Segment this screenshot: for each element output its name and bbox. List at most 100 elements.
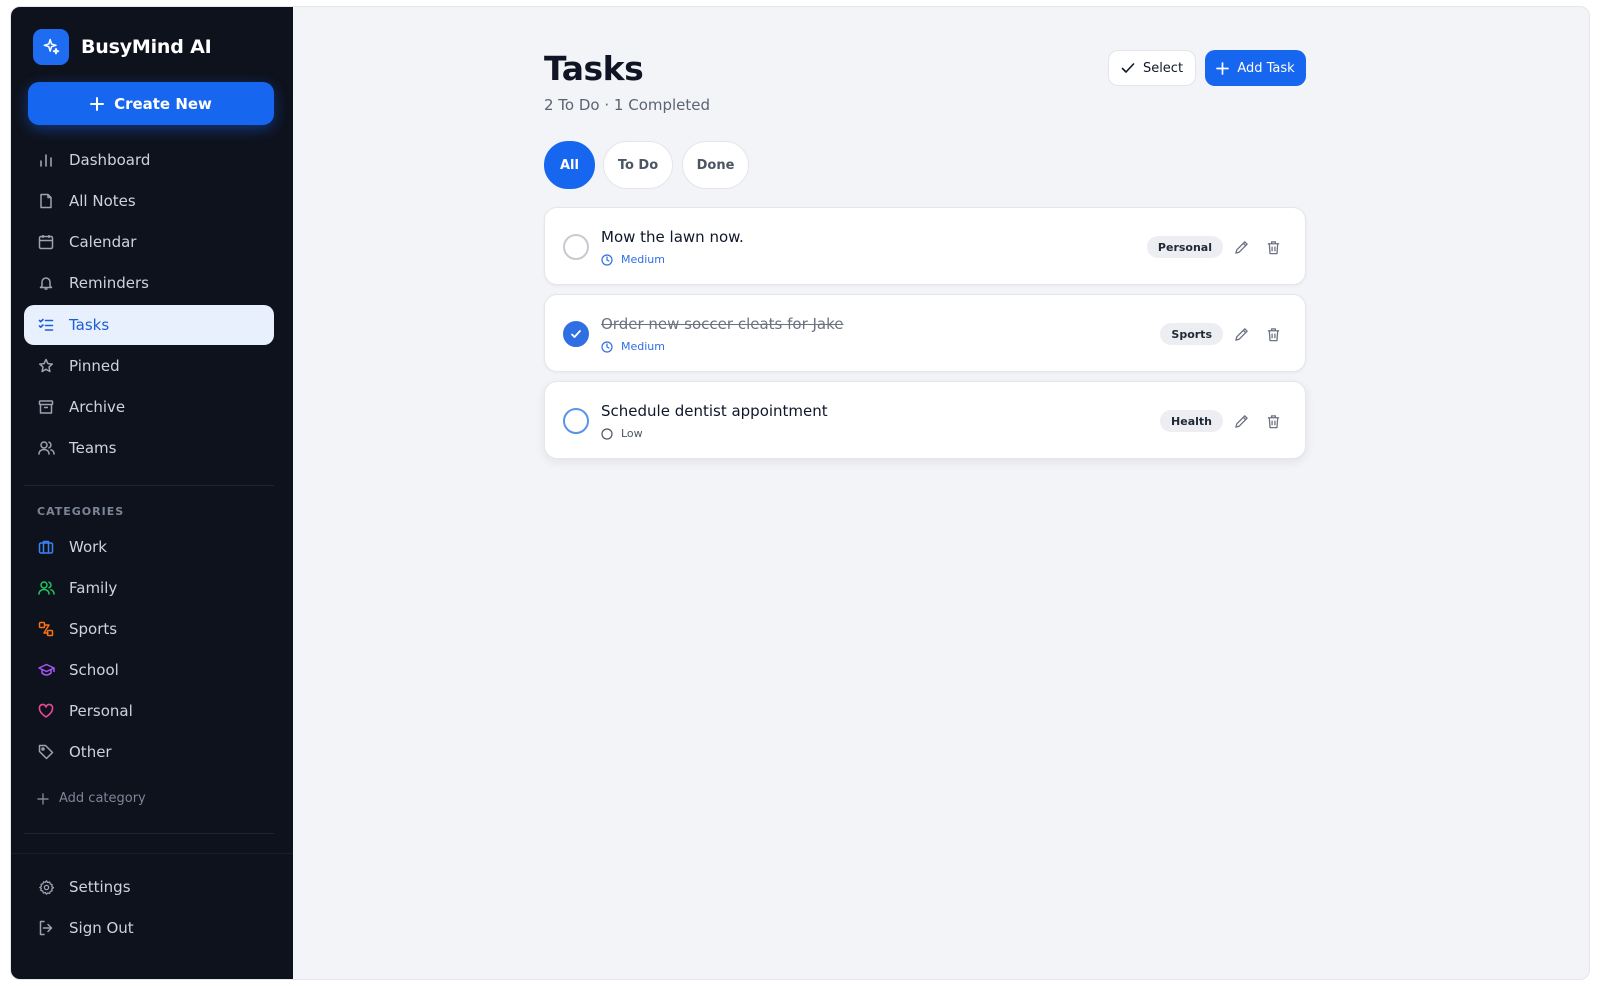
- sidebar-item-dashboard[interactable]: Dashboard: [24, 140, 274, 180]
- task-card[interactable]: Schedule dentist appointment Low Health: [544, 381, 1306, 459]
- category-family[interactable]: Family: [24, 568, 274, 608]
- categories-heading: CATEGORIES: [37, 505, 125, 518]
- sidebar-item-label: Dashboard: [69, 151, 151, 169]
- sidebar-item-label: Settings: [69, 878, 131, 896]
- calendar-icon: [37, 233, 55, 251]
- category-work[interactable]: Work: [24, 527, 274, 567]
- pencil-icon: [1234, 327, 1248, 341]
- sidebar-item-label: Pinned: [69, 357, 120, 375]
- task-summary: 2 To Do · 1 Completed: [544, 96, 711, 114]
- category-school[interactable]: School: [24, 650, 274, 690]
- trash-icon: [1267, 240, 1279, 254]
- task-priority: Low: [601, 427, 643, 440]
- task-checkbox[interactable]: [563, 408, 589, 434]
- task-priority: Medium: [601, 253, 665, 266]
- star-icon: [37, 357, 55, 375]
- sidebar-item-label: Reminders: [69, 274, 149, 292]
- add-task-button[interactable]: Add Task: [1205, 50, 1306, 86]
- category-label: Sports: [69, 620, 118, 638]
- graduation-cap-icon: [37, 661, 55, 679]
- task-title: Order new soccer cleats for Jake: [601, 315, 844, 333]
- priority-label: Medium: [621, 253, 665, 266]
- sidebar-item-teams[interactable]: Teams: [24, 428, 274, 468]
- clock-icon: [601, 253, 613, 266]
- users-icon: [37, 579, 55, 597]
- edit-button[interactable]: [1230, 410, 1252, 432]
- select-label: Select: [1142, 60, 1184, 76]
- sidebar-divider: [24, 485, 274, 486]
- task-card[interactable]: Order new soccer cleats for Jake Medium …: [544, 294, 1306, 372]
- task-tag: Personal: [1146, 236, 1223, 258]
- clock-icon: [601, 340, 613, 353]
- brand[interactable]: BusyMind AI: [33, 29, 212, 65]
- note-icon: [37, 192, 55, 210]
- delete-button[interactable]: [1262, 323, 1284, 345]
- task-title: Mow the lawn now.: [601, 228, 744, 246]
- task-tag: Sports: [1160, 323, 1223, 345]
- task-checkbox-checked[interactable]: [563, 321, 589, 347]
- archive-icon: [37, 398, 55, 416]
- sidebar-item-label: Archive: [69, 398, 126, 416]
- category-label: Family: [69, 579, 118, 597]
- filter-to-do[interactable]: To Do: [603, 141, 673, 189]
- sidebar-item-label: Teams: [69, 439, 117, 457]
- checklist-icon: [37, 316, 55, 334]
- delete-button[interactable]: [1262, 410, 1284, 432]
- plus-icon: [37, 792, 49, 805]
- pencil-icon: [1234, 414, 1248, 428]
- edit-button[interactable]: [1230, 323, 1252, 345]
- task-checkbox[interactable]: [563, 234, 589, 260]
- sidebar-item-label: All Notes: [69, 192, 136, 210]
- tag-icon: [37, 743, 55, 761]
- task-title: Schedule dentist appointment: [601, 402, 828, 420]
- priority-label: Medium: [621, 340, 665, 353]
- trash-icon: [1267, 414, 1279, 428]
- add-category-button[interactable]: Add category: [37, 791, 146, 806]
- sidebar-item-label: Sign Out: [69, 919, 134, 937]
- sidebar-item-pinned[interactable]: Pinned: [24, 346, 274, 386]
- bell-icon: [37, 274, 55, 292]
- check-icon: [1121, 63, 1135, 73]
- category-label: Work: [69, 538, 107, 556]
- sign-out-icon: [37, 919, 55, 937]
- filter-done[interactable]: Done: [682, 141, 749, 189]
- main-content: Tasks 2 To Do · 1 Completed Select Add T…: [293, 7, 1589, 979]
- sidebar-item-sign-out[interactable]: Sign Out: [24, 908, 274, 948]
- category-label: Personal: [69, 702, 133, 720]
- app-window: BusyMind AI Create New Dashboard All Not…: [10, 6, 1590, 980]
- select-button[interactable]: Select: [1108, 50, 1196, 86]
- sidebar-item-reminders[interactable]: Reminders: [24, 263, 274, 303]
- sports-icon: [37, 620, 55, 638]
- category-label: Other: [69, 743, 112, 761]
- delete-button[interactable]: [1262, 236, 1284, 258]
- category-sports[interactable]: Sports: [24, 609, 274, 649]
- task-card[interactable]: Mow the lawn now. Medium Personal: [544, 207, 1306, 285]
- sidebar-item-label: Calendar: [69, 233, 137, 251]
- bar-chart-icon: [37, 151, 55, 169]
- sidebar-item-settings[interactable]: Settings: [24, 867, 274, 907]
- sidebar: BusyMind AI Create New Dashboard All Not…: [11, 7, 293, 979]
- sidebar-item-calendar[interactable]: Calendar: [24, 222, 274, 262]
- sidebar-item-all-notes[interactable]: All Notes: [24, 181, 274, 221]
- sidebar-item-tasks[interactable]: Tasks: [24, 305, 274, 345]
- page-title: Tasks: [544, 49, 644, 88]
- filter-all[interactable]: All: [544, 141, 595, 189]
- users-icon: [37, 439, 55, 457]
- category-other[interactable]: Other: [24, 732, 274, 772]
- category-label: School: [69, 661, 119, 679]
- brand-name: BusyMind AI: [81, 36, 212, 58]
- add-category-label: Add category: [59, 791, 146, 806]
- sidebar-item-label: Tasks: [69, 316, 110, 334]
- task-tag: Health: [1160, 410, 1223, 432]
- category-personal[interactable]: Personal: [24, 691, 274, 731]
- check-icon: [571, 330, 581, 338]
- sidebar-item-archive[interactable]: Archive: [24, 387, 274, 427]
- sidebar-divider: [24, 833, 274, 834]
- pencil-icon: [1234, 240, 1248, 254]
- priority-label: Low: [621, 427, 643, 440]
- trash-icon: [1267, 327, 1279, 341]
- plus-icon: [1216, 61, 1230, 75]
- add-task-label: Add Task: [1237, 60, 1295, 76]
- edit-button[interactable]: [1230, 236, 1252, 258]
- create-new-button[interactable]: Create New: [28, 82, 274, 125]
